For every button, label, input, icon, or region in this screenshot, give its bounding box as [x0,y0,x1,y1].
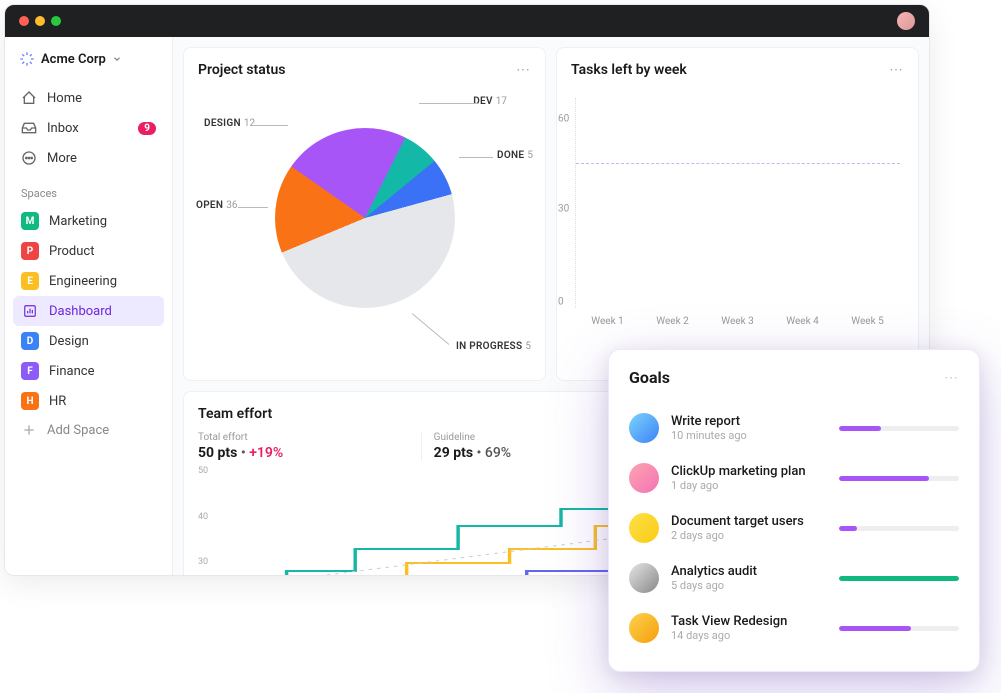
space-label: Engineering [49,274,117,289]
space-label: Finance [49,364,94,379]
nav-inbox[interactable]: Inbox 9 [13,113,164,143]
card-menu-icon[interactable]: ⋯ [516,62,531,78]
goal-row[interactable]: Document target users 2 days ago [629,503,959,553]
goal-row[interactable]: Write report 10 minutes ago [629,403,959,453]
traffic-lights [19,16,61,26]
sidebar-space-item[interactable]: M Marketing [13,206,164,236]
plus-icon [21,422,37,438]
tasks-left-card: Tasks left by week ⋯ 0 30 60 Week 1Week … [556,47,919,381]
card-menu-icon[interactable]: ⋯ [944,370,959,386]
goal-name: ClickUp marketing plan [671,464,827,479]
dashboard-icon [21,302,39,320]
project-status-card: Project status ⋯ DEV17 DONE5 IN PROGRESS… [183,47,546,381]
progress-bar [839,626,959,631]
sidebar-space-item[interactable]: D Design [13,326,164,356]
space-icon: F [21,362,39,380]
sidebar-space-item[interactable]: F Finance [13,356,164,386]
goal-time: 1 day ago [671,479,827,492]
inbox-badge: 9 [138,122,156,135]
sidebar-space-item[interactable]: E Engineering [13,266,164,296]
goal-row[interactable]: ClickUp marketing plan 1 day ago [629,453,959,503]
progress-bar [839,476,959,481]
inbox-icon [21,120,37,136]
space-icon: E [21,272,39,290]
goal-name: Analytics audit [671,564,827,579]
avatar [629,513,659,543]
avatar [629,413,659,443]
goal-time: 5 days ago [671,579,827,592]
goal-row[interactable]: Task View Redesign 14 days ago [629,603,959,653]
space-label: Design [49,334,89,349]
goals-card: Goals ⋯ Write report 10 minutes ago Clic… [608,349,980,672]
minimize-icon[interactable] [35,16,45,26]
card-title: Project status [198,62,285,78]
maximize-icon[interactable] [51,16,61,26]
add-space-label: Add Space [47,423,109,438]
x-axis-label: Week 2 [656,316,689,327]
space-label: Product [49,244,94,259]
user-avatar[interactable] [897,12,915,30]
goal-time: 2 days ago [671,529,827,542]
pie-chart: DEV17 DONE5 IN PROGRESS5 OPEN36 DESIGN12 [198,88,531,348]
progress-bar [839,526,959,531]
titlebar [5,5,929,37]
workspace-switcher[interactable]: Acme Corp [13,47,164,71]
x-axis-label: Week 5 [851,316,884,327]
bar-chart: 0 30 60 Week 1Week 2Week 3Week 4Week 5 [571,88,904,348]
x-axis-label: Week 1 [591,316,624,327]
card-title: Tasks left by week [571,62,687,78]
progress-bar [839,426,959,431]
workspace-icon [19,51,35,67]
add-space-button[interactable]: Add Space [13,416,164,444]
metric-label: Total effort [198,432,409,443]
nav-label: More [47,151,77,166]
nav-label: Home [47,91,82,106]
goal-time: 14 days ago [671,629,827,642]
goal-time: 10 minutes ago [671,429,827,442]
goal-name: Document target users [671,514,827,529]
progress-bar [839,576,959,581]
sidebar: Acme Corp Home Inbox 9 More Spaces M Mark… [5,37,173,575]
goal-row[interactable]: Analytics audit 5 days ago [629,553,959,603]
more-icon [21,150,37,166]
home-icon [21,90,37,106]
x-axis-label: Week 4 [786,316,819,327]
sidebar-item-dashboard[interactable]: Dashboard [13,296,164,326]
space-label: Marketing [49,214,107,229]
nav-home[interactable]: Home [13,83,164,113]
goal-name: Write report [671,414,827,429]
card-title: Team effort [198,406,272,422]
metric-value: 50 pts • +19% [198,445,409,461]
spaces-section-label: Spaces [13,173,164,206]
close-icon[interactable] [19,16,29,26]
nav-label: Inbox [47,121,79,136]
sidebar-space-item[interactable]: H HR [13,386,164,416]
space-icon: H [21,392,39,410]
x-axis-label: Week 3 [721,316,754,327]
nav-more[interactable]: More [13,143,164,173]
avatar [629,613,659,643]
goals-title: Goals [629,368,670,387]
chevron-down-icon [112,54,122,64]
space-icon: M [21,212,39,230]
sidebar-space-item[interactable]: P Product [13,236,164,266]
space-label: HR [49,394,66,409]
space-label: Dashboard [49,304,112,319]
avatar [629,463,659,493]
space-icon: D [21,332,39,350]
goal-name: Task View Redesign [671,614,827,629]
avatar [629,563,659,593]
metric: Total effort 50 pts • +19% [198,432,422,461]
card-menu-icon[interactable]: ⋯ [889,62,904,78]
workspace-name: Acme Corp [41,52,106,67]
space-icon: P [21,242,39,260]
